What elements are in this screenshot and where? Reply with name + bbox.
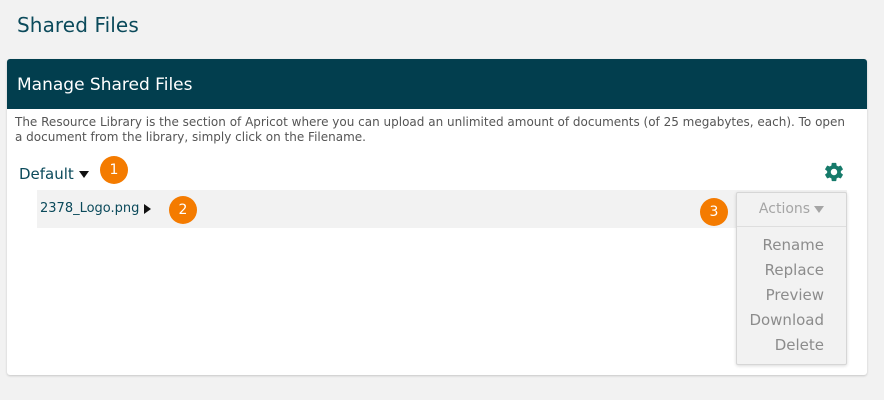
- caret-down-icon: [78, 170, 89, 178]
- menu-item-preview[interactable]: Preview: [749, 283, 824, 308]
- file-name-label: 2378_Logo.png: [40, 201, 140, 216]
- menu-item-rename[interactable]: Rename: [749, 233, 824, 258]
- actions-label: Actions: [758, 201, 811, 217]
- menu-item-download[interactable]: Download: [749, 308, 824, 333]
- callout-badge-3: 3: [700, 198, 728, 226]
- file-link[interactable]: 2378_Logo.png: [40, 201, 152, 216]
- manage-shared-files-panel: Manage Shared Files The Resource Library…: [7, 59, 867, 375]
- folder-dropdown-label: Default: [19, 165, 74, 183]
- chevron-down-icon: [814, 205, 825, 213]
- callout-badge-1: 1: [100, 156, 128, 184]
- folder-dropdown[interactable]: Default: [19, 165, 89, 183]
- caret-right-icon[interactable]: [144, 203, 152, 214]
- gear-icon[interactable]: [823, 161, 845, 183]
- menu-item-delete[interactable]: Delete: [749, 333, 824, 358]
- panel-description: The Resource Library is the section of A…: [15, 115, 846, 144]
- actions-dropdown-button[interactable]: Actions: [737, 201, 846, 217]
- page-title: Shared Files: [17, 13, 139, 37]
- callout-badge-2: 2: [169, 196, 197, 224]
- actions-menu: Actions Rename Replace Preview Download …: [736, 192, 847, 365]
- menu-divider: [737, 226, 846, 227]
- menu-item-replace[interactable]: Replace: [749, 258, 824, 283]
- panel-header: Manage Shared Files: [7, 59, 867, 109]
- actions-menu-items: Rename Replace Preview Download Delete: [749, 233, 824, 358]
